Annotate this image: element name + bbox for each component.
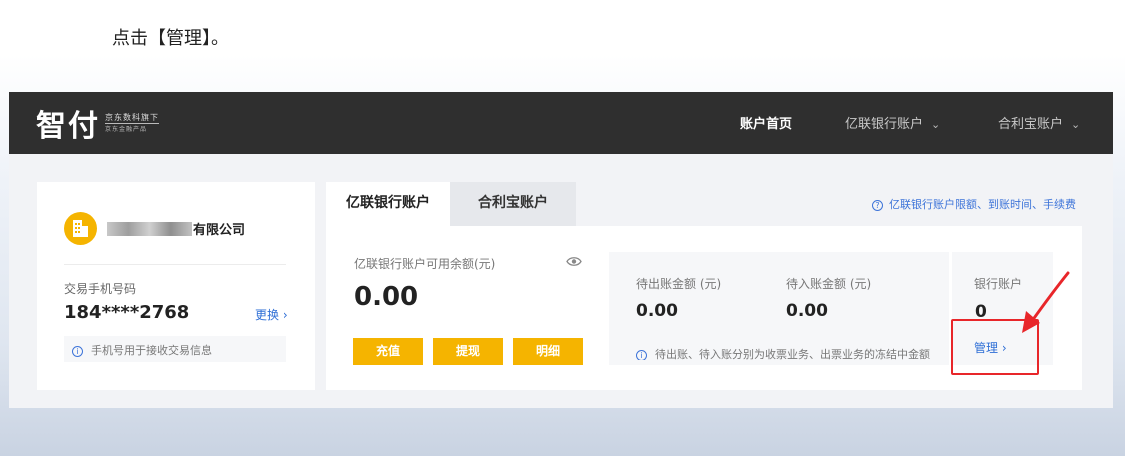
phone-label: 交易手机号码 — [64, 282, 137, 296]
limits-info-label: 亿联银行账户限额、到账时间、手续费 — [889, 198, 1076, 211]
nav-account-home[interactable]: 账户首页 — [740, 113, 792, 132]
chevron-down-icon: ⌄ — [931, 118, 941, 131]
logo-subtitle-line2: 京东金融产品 — [105, 123, 159, 135]
logo-subtitle: 京东数科旗下 京东金融产品 — [105, 112, 159, 135]
company-name-redacted — [107, 222, 192, 236]
chevron-right-icon: › — [282, 308, 288, 322]
chevron-down-icon: ⌄ — [1071, 118, 1081, 131]
recharge-button[interactable]: 充值 — [353, 338, 423, 365]
phone-note: i 手机号用于接收交易信息 — [64, 336, 286, 362]
balance-value: 0.00 — [354, 282, 419, 312]
balance-label: 亿联银行账户可用余额(元) — [354, 257, 496, 271]
nav-yilian-bank-account-label: 亿联银行账户 — [845, 117, 924, 132]
pending-note: i 待出账、待入账分别为收票业务、出票业务的冻结中金额 — [636, 346, 936, 360]
incoming-pending-label: 待入账金额 (元) — [786, 277, 872, 291]
phone-value: 184****2768 — [64, 302, 190, 323]
pending-note-text: 待出账、待入账分别为收票业务、出票业务的冻结中金额 — [655, 348, 930, 360]
limits-info-link[interactable]: ? 亿联银行账户限额、到账时间、手续费 — [872, 196, 1076, 212]
outgoing-pending-value: 0.00 — [636, 301, 678, 321]
info-icon: i — [636, 350, 647, 360]
account-info-card: 有限公司 交易手机号码 184****2768 更换 › i 手机号用于接收交易信… — [37, 182, 315, 390]
nav-helibao-account-label: 合利宝账户 — [998, 117, 1064, 132]
instruction-text: 点击【管理】。 — [112, 28, 229, 49]
tab-yilian-bank-account[interactable]: 亿联银行账户 — [326, 182, 450, 226]
outgoing-pending-label: 待出账金额 (元) — [636, 277, 722, 291]
eye-icon[interactable] — [566, 256, 582, 267]
incoming-pending-value: 0.00 — [786, 301, 828, 321]
logo-subtitle-line1: 京东数科旗下 — [105, 113, 159, 122]
company-avatar — [64, 212, 97, 245]
details-button[interactable]: 明细 — [513, 338, 583, 365]
pointer-arrow-icon — [1022, 271, 1070, 333]
divider — [64, 264, 286, 265]
app-window: 智付 京东数科旗下 京东金融产品 账户首页 亿联银行账户 ⌄ 合利宝账户 ⌄ 有… — [9, 92, 1113, 408]
logo: 智付 — [36, 109, 100, 144]
nav-yilian-bank-account[interactable]: 亿联银行账户 ⌄ — [845, 113, 940, 132]
building-icon — [73, 220, 88, 237]
nav-helibao-account[interactable]: 合利宝账户 ⌄ — [998, 113, 1080, 132]
question-icon: ? — [872, 200, 883, 211]
top-navigation-bar: 智付 京东数科旗下 京东金融产品 账户首页 亿联银行账户 ⌄ 合利宝账户 ⌄ — [9, 92, 1113, 154]
company-name: 有限公司 — [193, 223, 246, 238]
tab-helibao-account[interactable]: 合利宝账户 — [450, 182, 576, 226]
nav-account-home-label: 账户首页 — [740, 117, 793, 132]
change-phone-label: 更换 — [255, 308, 280, 322]
info-icon: i — [72, 346, 83, 357]
phone-note-text: 手机号用于接收交易信息 — [91, 344, 212, 357]
change-phone-link[interactable]: 更换 › — [255, 306, 288, 323]
withdraw-button[interactable]: 提现 — [433, 338, 503, 365]
